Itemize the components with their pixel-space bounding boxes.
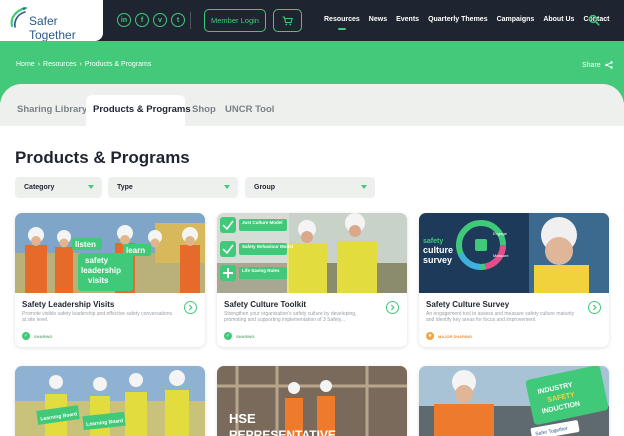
image-text: safety: [85, 256, 109, 265]
arrow-right-icon[interactable]: [386, 301, 399, 314]
product-card-safety-leadership-visits[interactable]: listen learn safety leadership visits Sa…: [15, 213, 205, 347]
tab-uncr-tool[interactable]: UNCR Tool: [225, 104, 274, 115]
cart-button[interactable]: [273, 9, 302, 32]
chevron-down-icon: [88, 185, 94, 189]
category-filter[interactable]: Category: [15, 177, 102, 198]
divider: [190, 12, 191, 29]
card-description: Promote visible safety leadership and ef…: [22, 311, 172, 324]
learning-board-image: Learning Board Learning Board: [15, 366, 205, 436]
search-icon[interactable]: [588, 14, 600, 26]
breadcrumb-home[interactable]: Home: [16, 61, 35, 68]
card-tag: ✓ SHARING: [22, 332, 52, 340]
image-text: Life Saving Rules: [242, 268, 280, 273]
product-card-learning-board[interactable]: Learning Board Learning Board: [15, 366, 205, 436]
breadcrumb-separator: ›: [79, 61, 82, 68]
breadcrumb-current: Products & Programs: [84, 61, 152, 68]
card-tag: ✓ SHARING: [224, 332, 254, 340]
image-text: Safety Behaviour Model: [242, 244, 293, 249]
tab-label: Products & Programs: [93, 104, 191, 115]
type-filter[interactable]: Type: [108, 177, 238, 198]
card-description: Strengthen your organisation's safety cu…: [224, 311, 357, 324]
card-description: An engagement tool to assess and measure…: [426, 311, 575, 324]
image-text: Measure: [493, 253, 509, 258]
share-icon: [604, 61, 613, 69]
chevron-down-icon: [361, 185, 367, 189]
product-card-safety-culture-survey[interactable]: safety culture survey Engage Measure Saf…: [419, 213, 609, 347]
tab-strip: Sharing Library Products & Programs Shop…: [0, 84, 624, 126]
card-tag-label: SHARING: [34, 333, 53, 339]
safety-culture-toolkit-image: Just Culture Model Safety Behaviour Mode…: [217, 213, 407, 293]
image-text: Engage: [493, 231, 508, 236]
social-links: in f v t: [117, 13, 185, 27]
card-tag-label: MAJOR SHARING: [438, 333, 473, 339]
arrow-right-icon[interactable]: [184, 301, 197, 314]
breadcrumb-resources[interactable]: Resources: [43, 61, 76, 68]
hse-representative-image: HSE REPRESENTATIVE: [217, 366, 407, 436]
image-text: HSE: [229, 411, 256, 426]
tab-shop[interactable]: Shop: [192, 104, 216, 115]
member-login-button[interactable]: Member Login: [204, 9, 266, 32]
safety-leadership-visits-image: listen learn safety leadership visits: [15, 213, 205, 293]
logo[interactable]: Safer Together: [0, 0, 103, 42]
product-card-safety-culture-toolkit[interactable]: Just Culture Model Safety Behaviour Mode…: [217, 213, 407, 347]
nav-resources[interactable]: Resources: [324, 16, 360, 30]
share-button[interactable]: Share: [582, 61, 613, 69]
filter-label: Category: [24, 184, 55, 191]
twitter-icon[interactable]: t: [171, 13, 185, 27]
nav-events[interactable]: Events: [396, 16, 419, 23]
breadcrumb: Home › Resources › Products & Programs: [16, 61, 151, 68]
linkedin-icon[interactable]: in: [117, 13, 131, 27]
product-card-industry-safety-induction[interactable]: INDUSTRY SAFETY INDUCTION Safer Together: [419, 366, 609, 436]
industry-safety-induction-image: INDUSTRY SAFETY INDUCTION Safer Together: [419, 366, 609, 436]
main-nav: Resources News Events Quarterly Themes C…: [324, 16, 610, 30]
image-text: visits: [88, 276, 109, 285]
major-sharing-icon: ★: [426, 332, 434, 340]
logo-swoosh-icon: [10, 6, 28, 28]
product-card-hse-representative[interactable]: HSE REPRESENTATIVE: [217, 366, 407, 436]
vimeo-icon[interactable]: v: [153, 13, 167, 27]
sharing-icon: ✓: [22, 332, 30, 340]
top-navigation-bar: Safer Together in f v t Member Login Res…: [0, 0, 624, 42]
image-text: Just Culture Model: [242, 220, 283, 225]
page-title: Products & Programs: [15, 148, 190, 167]
nav-about-us[interactable]: About Us: [543, 16, 574, 23]
filter-label: Group: [254, 184, 275, 191]
cart-icon: [282, 15, 293, 25]
chevron-down-icon: [224, 185, 230, 189]
nav-campaigns[interactable]: Campaigns: [497, 16, 535, 23]
tab-sharing-library[interactable]: Sharing Library: [17, 104, 87, 115]
nav-quarterly-themes[interactable]: Quarterly Themes: [428, 16, 488, 23]
image-text: REPRESENTATIVE: [229, 428, 336, 436]
image-text: safety: [423, 238, 443, 245]
nav-news[interactable]: News: [369, 16, 387, 23]
image-text: culture: [423, 245, 453, 255]
tab-products-programs[interactable]: Products & Programs: [86, 95, 191, 126]
sharing-icon: ✓: [224, 332, 232, 340]
image-text: listen: [75, 240, 96, 249]
card-title[interactable]: Safety Leadership Visits: [22, 300, 114, 309]
card-title[interactable]: Safety Culture Survey: [426, 300, 509, 309]
image-text: survey: [423, 255, 452, 265]
share-label: Share: [582, 61, 601, 69]
facebook-icon[interactable]: f: [135, 13, 149, 27]
card-tag-label: SHARING: [236, 333, 255, 339]
card-title[interactable]: Safety Culture Toolkit: [224, 300, 306, 309]
image-text: leadership: [81, 266, 121, 275]
card-tag: ★ MAJOR SHARING: [426, 332, 472, 340]
group-filter[interactable]: Group: [245, 177, 375, 198]
safety-culture-survey-image: safety culture survey Engage Measure: [419, 213, 609, 293]
breadcrumb-separator: ›: [37, 61, 41, 68]
filter-label: Type: [117, 184, 133, 191]
logo-text: Safer Together: [29, 14, 76, 42]
arrow-right-icon[interactable]: [588, 301, 601, 314]
